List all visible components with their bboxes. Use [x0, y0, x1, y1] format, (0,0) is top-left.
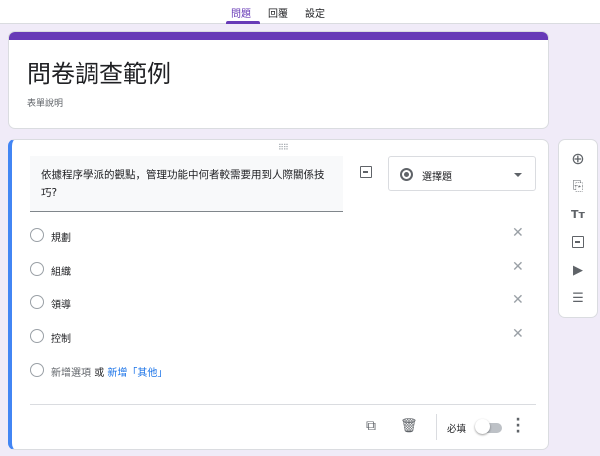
question-card[interactable]: ⠿⠿ 依據程序學派的觀點，管理功能中何者較需要用到人際關係技巧? 選擇題 規劃 … [8, 139, 549, 450]
footer-separator [436, 414, 437, 440]
add-video-icon[interactable]: ▶ [567, 259, 589, 281]
remove-option-icon[interactable]: ✕ [512, 225, 524, 241]
form-title[interactable]: 問卷調查範例 [27, 54, 171, 89]
footer-divider [30, 404, 536, 405]
radio-button-icon [400, 168, 413, 181]
option-item: 控制 ✕ [30, 326, 530, 346]
radio-icon [30, 262, 44, 276]
required-toggle-knob[interactable] [475, 419, 490, 434]
question-type-dropdown[interactable]: 選擇題 [388, 156, 536, 191]
remove-option-icon[interactable]: ✕ [512, 326, 524, 342]
add-option-button[interactable]: 新增選項 [51, 368, 91, 379]
or-text: 或 [94, 368, 105, 379]
floating-toolbar: ⊕ ⎘ Tт ▶ ☰ [558, 139, 598, 318]
duplicate-icon[interactable]: ⧉ [366, 418, 376, 434]
question-title-input[interactable]: 依據程序學派的觀點，管理功能中何者較需要用到人際關係技巧? [30, 156, 343, 212]
add-option-row: 新增選項 或 新增「其他」 [30, 360, 530, 380]
option-item: 領導 ✕ [30, 292, 530, 312]
add-question-icon[interactable]: ⊕ [567, 147, 589, 169]
add-image-icon[interactable] [360, 166, 372, 178]
add-image-icon[interactable] [567, 231, 589, 253]
tab-responses[interactable]: 回覆 [268, 5, 288, 20]
chevron-down-icon [514, 173, 522, 177]
tab-settings[interactable]: 設定 [305, 5, 325, 20]
drag-handle-icon[interactable]: ⠿⠿ [278, 143, 289, 152]
option-label[interactable]: 組織 [51, 263, 71, 278]
radio-icon [30, 228, 44, 242]
add-section-icon[interactable]: ☰ [567, 287, 589, 309]
add-other-button[interactable]: 新增「其他」 [107, 368, 167, 379]
image-glyph-icon [572, 236, 584, 248]
delete-icon[interactable]: 🗑 [400, 418, 418, 434]
form-description-input[interactable]: 表單說明 [27, 96, 63, 109]
top-tab-bar: 問題 回覆 設定 [0, 0, 600, 24]
option-item: 規劃 ✕ [30, 225, 530, 245]
tab-questions[interactable]: 問題 [231, 5, 251, 20]
required-label: 必填 [447, 424, 467, 435]
radio-icon [30, 363, 44, 377]
option-label[interactable]: 控制 [51, 330, 71, 345]
remove-option-icon[interactable]: ✕ [512, 259, 524, 275]
form-header-card[interactable]: 問卷調查範例 表單說明 [8, 31, 549, 129]
radio-icon [30, 329, 44, 343]
remove-option-icon[interactable]: ✕ [512, 292, 524, 308]
option-item: 組織 ✕ [30, 259, 530, 279]
import-questions-icon[interactable]: ⎘ [567, 175, 589, 197]
active-tab-indicator [226, 21, 260, 24]
add-title-icon[interactable]: Tт [567, 203, 589, 225]
option-label[interactable]: 領導 [51, 296, 71, 311]
add-option-line: 新增選項 或 新增「其他」 [51, 364, 167, 379]
radio-icon [30, 295, 44, 309]
question-type-label: 選擇題 [422, 172, 452, 183]
more-options-icon[interactable]: · · · [515, 413, 521, 439]
theme-color-bar [9, 32, 548, 40]
option-label[interactable]: 規劃 [51, 229, 71, 244]
